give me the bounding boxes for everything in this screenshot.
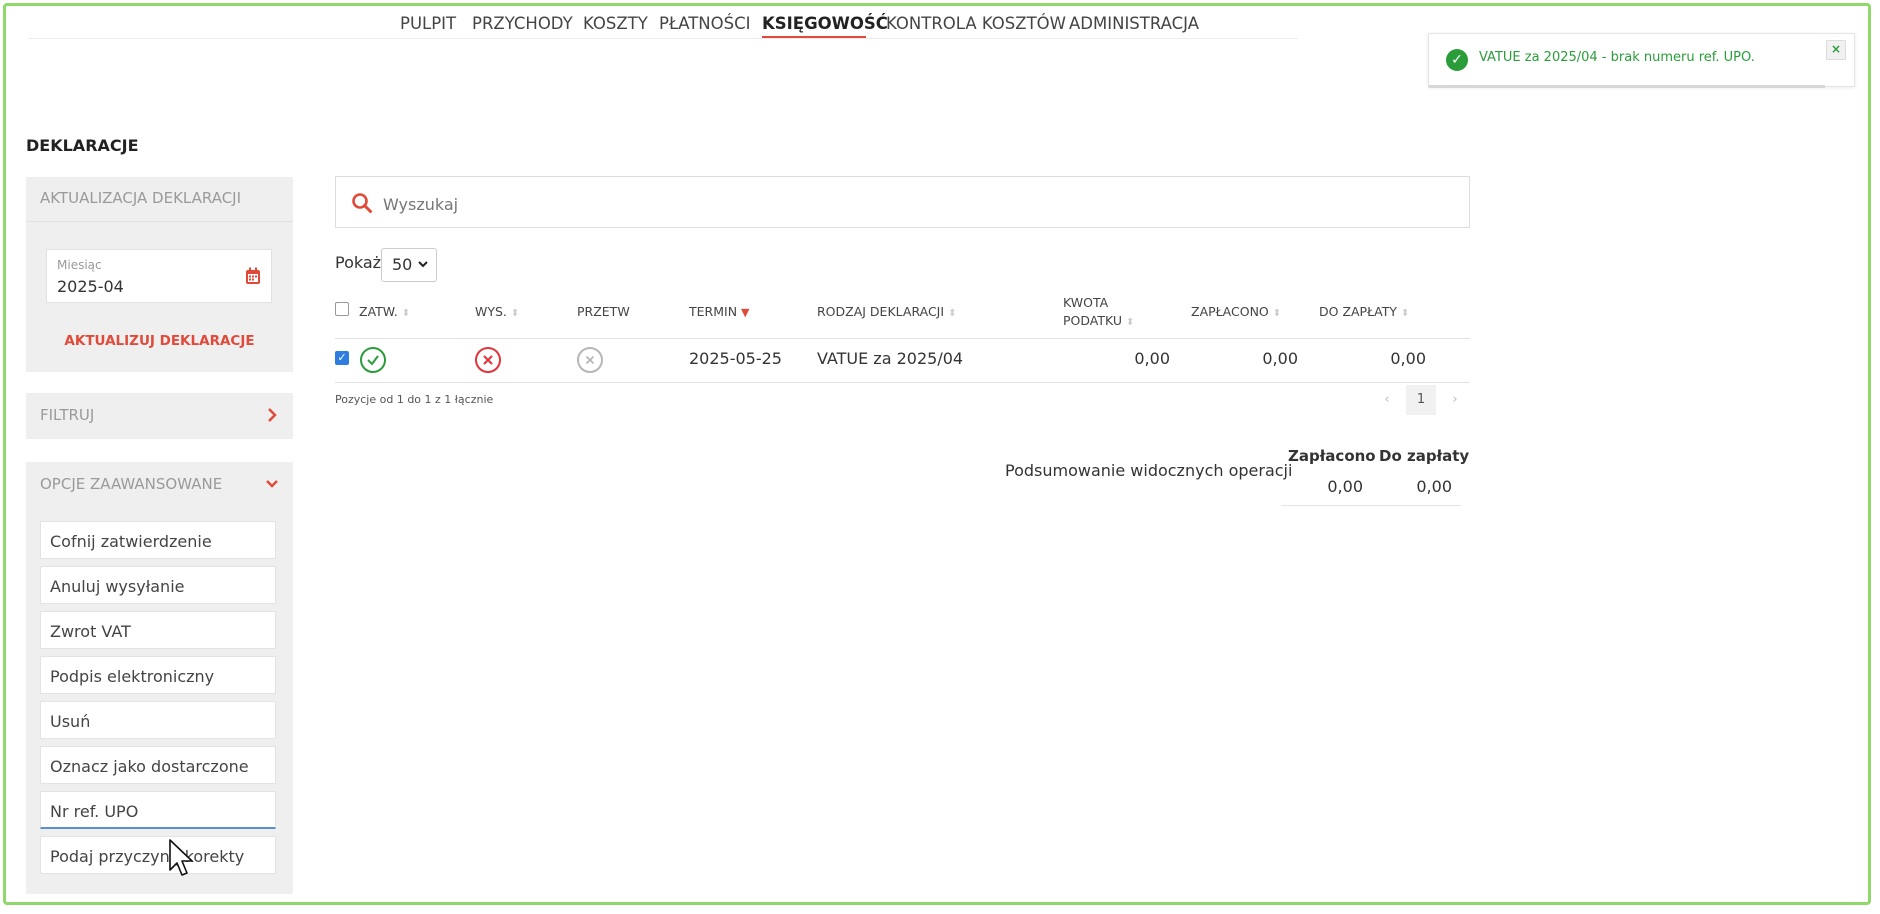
- not-processed-icon: [577, 347, 603, 373]
- nav-kontrola-kosztow[interactable]: KONTROLA KOSZTÓW: [886, 12, 1066, 36]
- cell-zaplacono: 0,00: [1262, 349, 1298, 368]
- page-title: DEKLARACJE: [26, 136, 139, 155]
- column-header-kwota[interactable]: KWOTA PODATKU ⬍: [1063, 294, 1134, 332]
- cell-do-zaplaty: 0,00: [1390, 349, 1426, 368]
- option-electronic-signature[interactable]: Podpis elektroniczny: [40, 656, 276, 694]
- option-undo-approval[interactable]: Cofnij zatwierdzenie: [40, 521, 276, 559]
- sent-error-icon: [475, 347, 501, 373]
- sort-icon: ⬍: [948, 308, 957, 319]
- sort-icon: ⬍: [1272, 308, 1282, 319]
- column-header-zatw[interactable]: ZATW. ⬍: [359, 304, 410, 319]
- panel-title: AKTUALIZACJA DEKLARACJI: [40, 189, 242, 207]
- advanced-options-panel: OPCJE ZAAWANSOWANE Cofnij zatwierdzenie …: [26, 462, 293, 894]
- mouse-pointer-icon: [169, 839, 193, 876]
- toast-notification: ✓ VATUE za 2025/04 - brak numeru ref. UP…: [1428, 33, 1855, 88]
- summary-paid-value: 0,00: [1327, 477, 1363, 496]
- summary-paid-header: Zapłacono: [1288, 447, 1376, 465]
- column-header-wys[interactable]: WYS. ⬍: [475, 304, 519, 319]
- column-header-rodzaj[interactable]: RODZAJ DEKLARACJI ⬍: [817, 304, 956, 319]
- update-declarations-button[interactable]: AKTUALIZUJ DEKLARACJE: [26, 333, 293, 349]
- calendar-icon[interactable]: [245, 267, 261, 285]
- table-info: Pozycje od 1 do 1 z 1 łącznie: [335, 393, 494, 406]
- table-header-divider: [335, 338, 1470, 339]
- sort-desc-icon: ▼: [741, 306, 750, 319]
- search-input[interactable]: [381, 191, 1385, 217]
- pagination-prev[interactable]: ‹: [1372, 385, 1402, 415]
- pagination-page[interactable]: 1: [1406, 385, 1436, 415]
- panel-title: FILTRUJ: [40, 406, 95, 424]
- option-vat-refund[interactable]: Zwrot VAT: [40, 611, 276, 649]
- month-field[interactable]: Miesiąc 2025-04: [46, 249, 272, 303]
- sort-icon: ⬍: [1400, 308, 1410, 319]
- page-size-select[interactable]: 50: [381, 248, 437, 282]
- column-header-do-zaplaty[interactable]: DO ZAPŁATY ⬍: [1319, 304, 1409, 319]
- cell-rodzaj[interactable]: VATUE za 2025/04: [817, 349, 963, 368]
- sort-icon: ⬍: [1126, 317, 1135, 328]
- nav-administracja[interactable]: ADMINISTRACJA: [1069, 12, 1199, 36]
- sort-icon: ⬍: [401, 308, 411, 319]
- column-header-termin[interactable]: TERMIN ▼: [689, 304, 750, 319]
- toast-message: VATUE za 2025/04 - brak numeru ref. UPO.: [1479, 50, 1755, 65]
- toast-progress-bar: [1429, 85, 1825, 88]
- update-declarations-panel: AKTUALIZACJA DEKLARACJI Miesiąc 2025-04 …: [26, 177, 293, 372]
- nav-koszty[interactable]: KOSZTY: [583, 12, 648, 36]
- nav-ksiegowosc[interactable]: KSIĘGOWOŚĆ: [762, 12, 888, 36]
- sort-icon: ⬍: [510, 308, 520, 319]
- month-field-value: 2025-04: [57, 277, 124, 296]
- month-field-label: Miesiąc: [57, 258, 102, 272]
- table-row-divider: [335, 382, 1470, 383]
- page-size-value: 50: [392, 255, 413, 274]
- column-header-przetw[interactable]: PRZETW: [577, 304, 630, 319]
- panel-divider: [26, 221, 293, 222]
- nav-divider: [28, 38, 1298, 39]
- nav-pulpit[interactable]: PULPIT: [400, 12, 456, 36]
- cell-kwota: 0,00: [1134, 349, 1170, 368]
- search-icon: [352, 193, 372, 213]
- page-size-label: Pokaż: [335, 253, 382, 272]
- summary-divider: [1281, 505, 1461, 506]
- toast-close-button[interactable]: ×: [1826, 40, 1846, 60]
- check-circle-icon: ✓: [1446, 49, 1468, 71]
- nav-przychody[interactable]: PRZYCHODY: [472, 12, 573, 36]
- summary-due-value: 0,00: [1416, 477, 1452, 496]
- option-cancel-sending[interactable]: Anuluj wysyłanie: [40, 566, 276, 604]
- panel-title[interactable]: OPCJE ZAAWANSOWANE: [26, 475, 222, 493]
- approved-status-icon: [360, 347, 386, 373]
- search-bar: [335, 176, 1470, 228]
- filter-panel[interactable]: FILTRUJ: [26, 393, 293, 439]
- select-all-checkbox[interactable]: [335, 302, 349, 316]
- summary-due-header: Do zapłaty: [1379, 447, 1470, 465]
- option-upo-ref-number[interactable]: Nr ref. UPO: [40, 791, 276, 829]
- nav-platnosci[interactable]: PŁATNOŚCI: [659, 12, 751, 36]
- cell-termin: 2025-05-25: [689, 349, 782, 368]
- chevron-right-icon: [268, 408, 277, 422]
- row-checkbox[interactable]: ✓: [335, 351, 349, 365]
- pagination-next[interactable]: ›: [1440, 385, 1470, 415]
- column-header-zaplacono[interactable]: ZAPŁACONO ⬍: [1191, 304, 1281, 319]
- option-delete[interactable]: Usuń: [40, 701, 276, 739]
- chevron-down-icon: [418, 261, 428, 268]
- option-correction-reason[interactable]: Podaj przyczynę korekty: [40, 836, 276, 874]
- option-mark-delivered[interactable]: Oznacz jako dostarczone: [40, 746, 276, 784]
- summary-label: Podsumowanie widocznych operacji: [1005, 461, 1293, 480]
- chevron-down-icon[interactable]: [265, 474, 279, 494]
